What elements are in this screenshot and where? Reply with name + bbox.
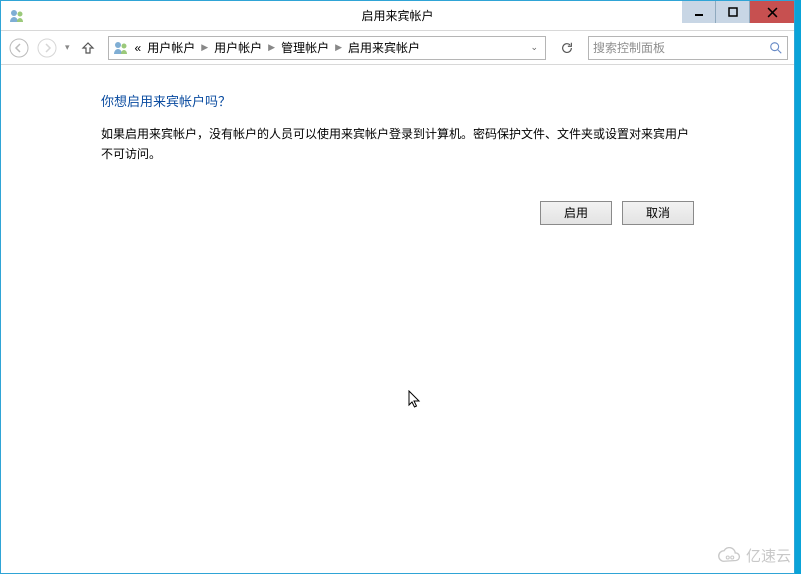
window-controls	[682, 1, 794, 23]
enable-button[interactable]: 启用	[540, 201, 612, 225]
history-dropdown-icon[interactable]: ▾	[63, 42, 72, 53]
breadcrumb-dropdown-icon[interactable]: ⌄	[527, 42, 541, 53]
back-button[interactable]	[7, 36, 31, 60]
forward-button[interactable]	[35, 36, 59, 60]
breadcrumb-item-4[interactable]: 启用来宾帐户	[346, 39, 422, 56]
search-icon[interactable]	[769, 41, 783, 55]
page-heading: 你想启用来宾帐户吗？	[101, 91, 694, 110]
user-accounts-icon	[9, 8, 25, 24]
breadcrumb-pre: «	[133, 41, 144, 55]
minimize-button[interactable]	[682, 1, 716, 23]
breadcrumb[interactable]: « 用户帐户 ▶ 用户帐户 ▶ 管理帐户 ▶ 启用来宾帐户 ⌄	[108, 36, 546, 60]
watermark-text: 亿速云	[746, 545, 791, 566]
up-button[interactable]	[76, 36, 100, 60]
breadcrumb-item-3[interactable]: 管理帐户	[279, 39, 331, 56]
breadcrumb-item-2[interactable]: 用户帐户	[212, 39, 264, 56]
cancel-button[interactable]: 取消	[622, 201, 694, 225]
search-input[interactable]	[593, 41, 769, 55]
search-box[interactable]	[588, 36, 788, 60]
refresh-button[interactable]	[556, 37, 578, 59]
button-row: 启用 取消	[101, 201, 694, 225]
chevron-right-icon[interactable]: ▶	[333, 42, 344, 53]
toolbar: ▾ « 用户帐户 ▶ 用户帐户 ▶ 管理帐户 ▶ 启用来宾帐户 ⌄	[1, 31, 794, 65]
watermark-icon	[718, 547, 742, 565]
content-area: 你想启用来宾帐户吗？ 如果启用来宾帐户，没有帐户的人员可以使用来宾帐户登录到计算…	[1, 65, 794, 245]
window: 启用来宾帐户 ▾	[0, 0, 795, 574]
close-button[interactable]	[750, 1, 794, 23]
breadcrumb-item-1[interactable]: 用户帐户	[145, 39, 197, 56]
watermark: 亿速云	[718, 545, 791, 566]
chevron-right-icon[interactable]: ▶	[266, 42, 277, 53]
titlebar: 启用来宾帐户	[1, 1, 794, 31]
maximize-button[interactable]	[716, 1, 750, 23]
chevron-right-icon[interactable]: ▶	[199, 42, 210, 53]
window-title: 启用来宾帐户	[361, 7, 433, 24]
user-accounts-icon	[113, 40, 129, 56]
page-description: 如果启用来宾帐户，没有帐户的人员可以使用来宾帐户登录到计算机。密码保护文件、文件…	[101, 124, 694, 165]
window-edge	[795, 0, 801, 574]
